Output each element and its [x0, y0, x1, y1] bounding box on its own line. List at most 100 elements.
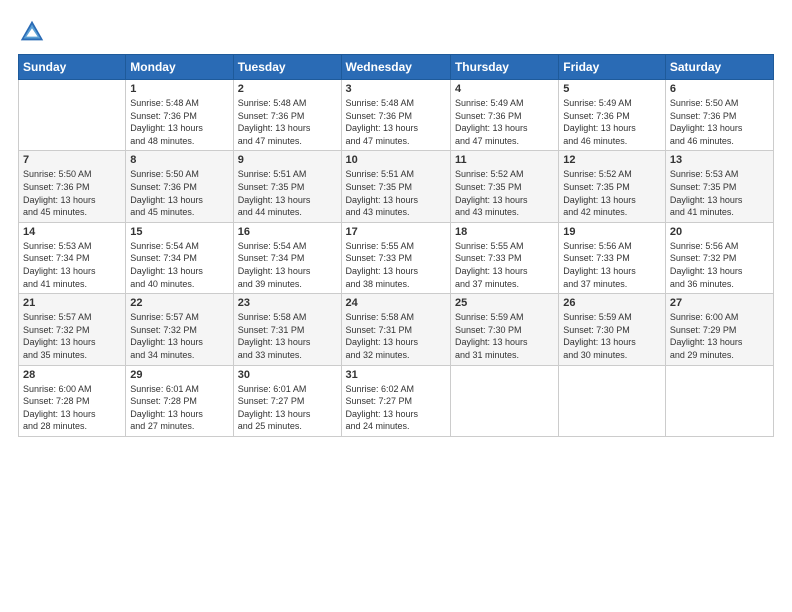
calendar-cell: 10Sunrise: 5:51 AM Sunset: 7:35 PM Dayli… — [341, 151, 450, 222]
week-row-2: 14 Sunrise: 5:53 AM Sunset: 7:34 PM Dayli… — [19, 222, 774, 293]
day-number: 12 — [563, 154, 661, 166]
calendar-cell: 16 Sunrise: 5:54 AM Sunset: 7:34 PM Dayli… — [233, 222, 341, 293]
day-number: 14 — [23, 226, 121, 238]
calendar-cell: 22 Sunrise: 5:57 AM Sunset: 7:32 PM Dayli… — [126, 294, 233, 365]
day-number: 7 — [23, 154, 121, 166]
day-number: 8 — [130, 154, 228, 166]
day-number: 3 — [346, 83, 446, 95]
week-row-0: 1 Sunrise: 5:48 AM Sunset: 7:36 PM Daylig… — [19, 80, 774, 151]
day-info: Sunrise: 5:53 AM Sunset: 7:34 PM Dayligh… — [23, 240, 121, 290]
calendar-cell: 13 Sunrise: 5:53 AM Sunset: 7:35 PM Dayli… — [665, 151, 773, 222]
day-info: Sunrise: 5:56 AM Sunset: 7:32 PM Dayligh… — [670, 240, 769, 290]
day-number: 9 — [238, 154, 337, 166]
day-number: 25 — [455, 297, 554, 309]
day-number: 29 — [130, 369, 228, 381]
calendar-cell: 14 Sunrise: 5:53 AM Sunset: 7:34 PM Dayli… — [19, 222, 126, 293]
week-row-4: 28 Sunrise: 6:00 AM Sunset: 7:28 PM Dayli… — [19, 365, 774, 436]
day-number: 30 — [238, 369, 337, 381]
day-number: 27 — [670, 297, 769, 309]
day-info: Sunrise: 5:51 AM Sunset: 7:35 PM Dayligh… — [346, 168, 446, 218]
day-number: 11 — [455, 154, 554, 166]
day-info: Sunrise: 5:56 AM Sunset: 7:33 PM Dayligh… — [563, 240, 661, 290]
day-info: Sunrise: 5:52 AM Sunset: 7:35 PM Dayligh… — [455, 168, 554, 218]
day-info: Sunrise: 5:50 AM Sunset: 7:36 PM Dayligh… — [670, 97, 769, 147]
calendar-cell: 28 Sunrise: 6:00 AM Sunset: 7:28 PM Dayli… — [19, 365, 126, 436]
day-number: 22 — [130, 297, 228, 309]
day-info: Sunrise: 5:52 AM Sunset: 7:35 PM Dayligh… — [563, 168, 661, 218]
calendar-page: SundayMondayTuesdayWednesdayThursdayFrid… — [0, 0, 792, 612]
day-info: Sunrise: 5:59 AM Sunset: 7:30 PM Dayligh… — [455, 311, 554, 361]
calendar-cell: 4 Sunrise: 5:49 AM Sunset: 7:36 PM Daylig… — [450, 80, 558, 151]
calendar-cell: 11 Sunrise: 5:52 AM Sunset: 7:35 PM Dayli… — [450, 151, 558, 222]
calendar-cell: 29 Sunrise: 6:01 AM Sunset: 7:28 PM Dayli… — [126, 365, 233, 436]
day-header-monday: Monday — [126, 55, 233, 80]
day-info: Sunrise: 6:01 AM Sunset: 7:27 PM Dayligh… — [238, 383, 337, 433]
calendar-cell: 25 Sunrise: 5:59 AM Sunset: 7:30 PM Dayli… — [450, 294, 558, 365]
calendar-cell: 17Sunrise: 5:55 AM Sunset: 7:33 PM Dayli… — [341, 222, 450, 293]
calendar-cell — [665, 365, 773, 436]
calendar-cell: 26Sunrise: 5:59 AM Sunset: 7:30 PM Dayli… — [559, 294, 666, 365]
calendar-cell: 9 Sunrise: 5:51 AM Sunset: 7:35 PM Daylig… — [233, 151, 341, 222]
day-info: Sunrise: 5:55 AM Sunset: 7:33 PM Dayligh… — [455, 240, 554, 290]
calendar-cell — [19, 80, 126, 151]
day-header-wednesday: Wednesday — [341, 55, 450, 80]
day-number: 16 — [238, 226, 337, 238]
calendar-cell: 5Sunrise: 5:49 AM Sunset: 7:36 PM Daylig… — [559, 80, 666, 151]
day-info: Sunrise: 5:49 AM Sunset: 7:36 PM Dayligh… — [455, 97, 554, 147]
day-number: 31 — [346, 369, 446, 381]
day-info: Sunrise: 5:50 AM Sunset: 7:36 PM Dayligh… — [23, 168, 121, 218]
day-info: Sunrise: 6:00 AM Sunset: 7:28 PM Dayligh… — [23, 383, 121, 433]
day-info: Sunrise: 6:02 AM Sunset: 7:27 PM Dayligh… — [346, 383, 446, 433]
week-row-1: 7 Sunrise: 5:50 AM Sunset: 7:36 PM Daylig… — [19, 151, 774, 222]
day-number: 23 — [238, 297, 337, 309]
calendar-cell: 18 Sunrise: 5:55 AM Sunset: 7:33 PM Dayli… — [450, 222, 558, 293]
calendar-cell: 23 Sunrise: 5:58 AM Sunset: 7:31 PM Dayli… — [233, 294, 341, 365]
calendar-cell: 30 Sunrise: 6:01 AM Sunset: 7:27 PM Dayli… — [233, 365, 341, 436]
day-info: Sunrise: 6:01 AM Sunset: 7:28 PM Dayligh… — [130, 383, 228, 433]
day-number: 19 — [563, 226, 661, 238]
day-info: Sunrise: 5:57 AM Sunset: 7:32 PM Dayligh… — [23, 311, 121, 361]
day-info: Sunrise: 5:54 AM Sunset: 7:34 PM Dayligh… — [130, 240, 228, 290]
day-info: Sunrise: 6:00 AM Sunset: 7:29 PM Dayligh… — [670, 311, 769, 361]
day-info: Sunrise: 5:48 AM Sunset: 7:36 PM Dayligh… — [346, 97, 446, 147]
day-number: 18 — [455, 226, 554, 238]
day-number: 2 — [238, 83, 337, 95]
calendar-cell: 3 Sunrise: 5:48 AM Sunset: 7:36 PM Daylig… — [341, 80, 450, 151]
day-number: 17 — [346, 226, 446, 238]
calendar-cell: 6 Sunrise: 5:50 AM Sunset: 7:36 PM Daylig… — [665, 80, 773, 151]
logo — [18, 18, 50, 46]
day-info: Sunrise: 5:53 AM Sunset: 7:35 PM Dayligh… — [670, 168, 769, 218]
day-info: Sunrise: 5:48 AM Sunset: 7:36 PM Dayligh… — [130, 97, 228, 147]
day-number: 24 — [346, 297, 446, 309]
logo-icon — [18, 18, 46, 46]
calendar-cell — [559, 365, 666, 436]
day-number: 28 — [23, 369, 121, 381]
day-info: Sunrise: 5:51 AM Sunset: 7:35 PM Dayligh… — [238, 168, 337, 218]
day-number: 20 — [670, 226, 769, 238]
calendar-cell: 15Sunrise: 5:54 AM Sunset: 7:34 PM Dayli… — [126, 222, 233, 293]
calendar-cell: 19 Sunrise: 5:56 AM Sunset: 7:33 PM Dayli… — [559, 222, 666, 293]
day-number: 13 — [670, 154, 769, 166]
day-info: Sunrise: 5:57 AM Sunset: 7:32 PM Dayligh… — [130, 311, 228, 361]
calendar-cell: 1 Sunrise: 5:48 AM Sunset: 7:36 PM Daylig… — [126, 80, 233, 151]
day-number: 21 — [23, 297, 121, 309]
calendar-table: SundayMondayTuesdayWednesdayThursdayFrid… — [18, 54, 774, 437]
day-header-friday: Friday — [559, 55, 666, 80]
day-info: Sunrise: 5:59 AM Sunset: 7:30 PM Dayligh… — [563, 311, 661, 361]
header-row: SundayMondayTuesdayWednesdayThursdayFrid… — [19, 55, 774, 80]
header — [18, 18, 774, 46]
day-info: Sunrise: 5:54 AM Sunset: 7:34 PM Dayligh… — [238, 240, 337, 290]
day-number: 1 — [130, 83, 228, 95]
day-header-thursday: Thursday — [450, 55, 558, 80]
calendar-cell: 12 Sunrise: 5:52 AM Sunset: 7:35 PM Dayli… — [559, 151, 666, 222]
day-number: 4 — [455, 83, 554, 95]
day-info: Sunrise: 5:58 AM Sunset: 7:31 PM Dayligh… — [238, 311, 337, 361]
calendar-cell: 2Sunrise: 5:48 AM Sunset: 7:36 PM Daylig… — [233, 80, 341, 151]
day-header-tuesday: Tuesday — [233, 55, 341, 80]
calendar-cell: 20 Sunrise: 5:56 AM Sunset: 7:32 PM Dayli… — [665, 222, 773, 293]
day-info: Sunrise: 5:49 AM Sunset: 7:36 PM Dayligh… — [563, 97, 661, 147]
calendar-cell: 31 Sunrise: 6:02 AM Sunset: 7:27 PM Dayli… — [341, 365, 450, 436]
day-number: 6 — [670, 83, 769, 95]
day-header-saturday: Saturday — [665, 55, 773, 80]
day-info: Sunrise: 5:58 AM Sunset: 7:31 PM Dayligh… — [346, 311, 446, 361]
